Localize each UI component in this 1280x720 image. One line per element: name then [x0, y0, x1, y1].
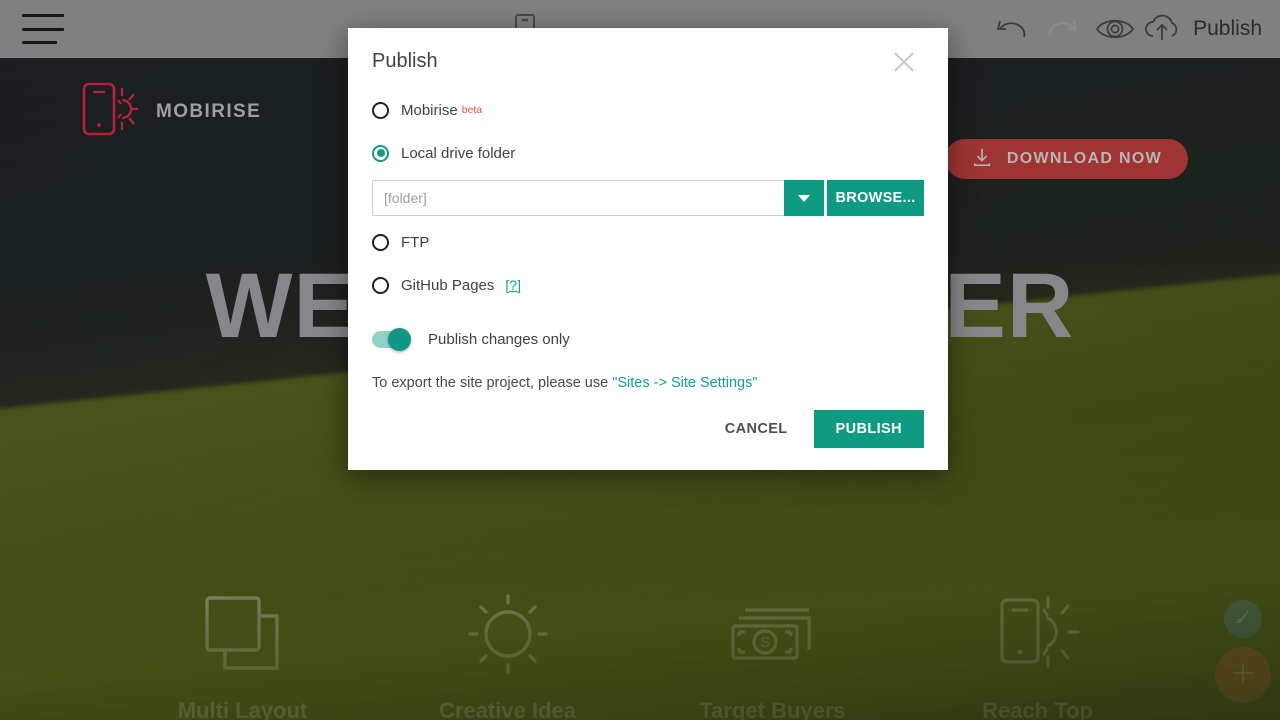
folder-path-input[interactable]: [372, 180, 784, 216]
export-note-text: To export the site project, please use: [372, 375, 613, 391]
publish-target-github-pages[interactable]: GitHub Pages [?]: [372, 268, 924, 302]
publish-target-mobirise[interactable]: Mobirise beta: [372, 93, 924, 127]
dialog-title: Publish: [372, 50, 438, 72]
publish-target-ftp[interactable]: FTP: [372, 225, 924, 259]
publish-button[interactable]: PUBLISH: [813, 410, 924, 448]
option-label-github-pages: GitHub Pages: [401, 276, 495, 294]
chevron-down-icon: [798, 191, 810, 206]
folder-history-dropdown-button[interactable]: [784, 180, 824, 216]
dialog-actions: CANCEL PUBLISH: [717, 410, 924, 448]
option-label-local-drive-folder: Local drive folder: [401, 144, 516, 162]
publish-changes-only-label: Publish changes only: [428, 330, 570, 348]
option-label-ftp: FTP: [401, 233, 430, 251]
publish-changes-only-toggle[interactable]: [372, 327, 411, 351]
publish-target-local-drive[interactable]: Local drive folder: [372, 136, 924, 170]
dialog-header: Publish: [372, 28, 924, 84]
radio-mobirise[interactable]: [372, 101, 389, 119]
cancel-button[interactable]: CANCEL: [717, 411, 796, 447]
app-root: MOBIRISE DOWNLOAD NOW WEBSITE BUILDER Fu…: [0, 0, 1280, 720]
folder-picker-row: BROWSE...: [372, 180, 924, 216]
site-settings-link[interactable]: "Sites -> Site Settings": [612, 375, 757, 391]
publish-changes-only-row[interactable]: Publish changes only: [372, 322, 924, 356]
radio-github-pages[interactable]: [372, 276, 389, 294]
export-note: To export the site project, please use "…: [372, 375, 924, 391]
radio-local-drive-folder[interactable]: [372, 144, 389, 162]
browse-button[interactable]: BROWSE...: [827, 180, 924, 216]
publish-dialog: Publish Mobirise beta Local drive folder: [348, 28, 948, 470]
github-pages-help-link[interactable]: [?]: [505, 277, 521, 293]
option-label-mobirise: Mobirise: [401, 101, 458, 119]
close-x-icon[interactable]: [884, 42, 924, 82]
beta-badge: beta: [461, 104, 483, 116]
radio-ftp[interactable]: [372, 233, 389, 251]
